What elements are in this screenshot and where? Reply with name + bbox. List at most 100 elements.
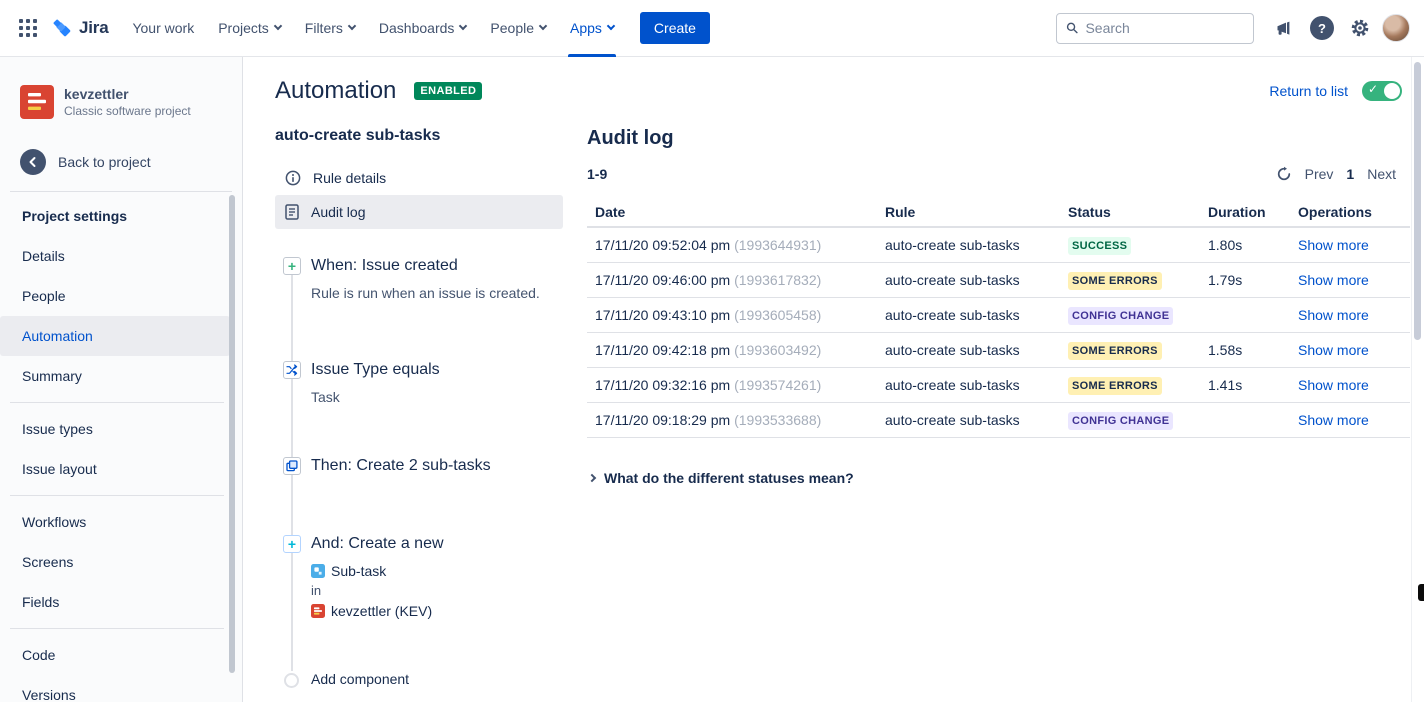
nav-projects[interactable]: Projects <box>206 0 293 57</box>
table-row: 17/11/20 09:46:00 pm (1993617832) auto-c… <box>587 263 1410 298</box>
sidebar-item-versions[interactable]: Versions <box>0 675 230 702</box>
nav-filters[interactable]: Filters <box>293 0 367 57</box>
table-row: 17/11/20 09:52:04 pm (1993644931) auto-c… <box>587 228 1410 263</box>
timeline-then-action[interactable]: Then: Create 2 sub-tasks <box>275 455 563 477</box>
status-cell: CONFIG CHANGE <box>1060 411 1200 430</box>
jira-automation-page: Jira Your work Projects Filters Dashboar… <box>0 0 1424 702</box>
nav-your-work[interactable]: Your work <box>120 0 206 57</box>
date-cell: 17/11/20 09:52:04 pm (1993644931) <box>587 237 877 253</box>
show-more-link[interactable]: Show more <box>1298 272 1369 288</box>
chevron-right-icon <box>588 474 596 482</box>
nav-dashboards[interactable]: Dashboards <box>367 0 479 57</box>
rule-cell: auto-create sub-tasks <box>877 272 1060 288</box>
grid-icon <box>19 19 37 37</box>
date-cell: 17/11/20 09:46:00 pm (1993617832) <box>587 272 877 288</box>
page-scrollbar-track[interactable] <box>1411 57 1424 702</box>
sidebar-item-code[interactable]: Code <box>0 635 230 675</box>
table-row: 17/11/20 09:18:29 pm (1993533688) auto-c… <box>587 403 1410 438</box>
and-project: kevzettler (KEV) <box>331 601 432 621</box>
back-to-project[interactable]: Back to project <box>0 149 242 175</box>
show-more-link[interactable]: Show more <box>1298 377 1369 393</box>
settings-button[interactable] <box>1344 12 1376 44</box>
condition-branch-icon <box>283 361 301 379</box>
sidebar-item-issue-types[interactable]: Issue types <box>0 409 230 449</box>
global-search[interactable] <box>1056 13 1254 44</box>
tab-audit-log[interactable]: Audit log <box>275 195 563 229</box>
app-switcher-grid-icon[interactable] <box>12 12 44 44</box>
top-navigation-bar: Jira Your work Projects Filters Dashboar… <box>0 0 1424 57</box>
timeline-condition[interactable]: Issue Type equals Task <box>275 359 563 407</box>
return-to-list-link[interactable]: Return to list <box>1269 83 1348 99</box>
back-arrow-icon <box>20 149 46 175</box>
timeline-when-trigger[interactable]: + When: Issue created Rule is run when a… <box>275 255 563 303</box>
rule-cell: auto-create sub-tasks <box>877 412 1060 428</box>
nav-label: Your work <box>132 20 194 36</box>
row-date: 17/11/20 09:52:04 pm <box>595 237 730 253</box>
search-input[interactable] <box>1085 20 1244 36</box>
sidebar-item-people[interactable]: People <box>0 276 230 316</box>
announcement-button[interactable] <box>1268 12 1300 44</box>
operations-cell: Show more <box>1290 272 1410 288</box>
show-more-link[interactable]: Show more <box>1298 307 1369 323</box>
show-more-link[interactable]: Show more <box>1298 342 1369 358</box>
col-rule: Rule <box>877 204 1060 220</box>
nav-people[interactable]: People <box>478 0 558 57</box>
nav-apps[interactable]: Apps <box>558 0 626 57</box>
operations-cell: Show more <box>1290 377 1410 393</box>
rule-enabled-toggle[interactable]: ✓ <box>1362 81 1402 101</box>
col-date: Date <box>587 204 877 220</box>
and-project-row: kevzettler (KEV) <box>311 601 563 621</box>
sidebar-item-workflows[interactable]: Workflows <box>0 502 230 542</box>
and-connector: in <box>311 583 563 599</box>
audit-log-title: Audit log <box>587 127 1410 150</box>
col-duration: Duration <box>1200 204 1290 220</box>
toggle-knob <box>1384 83 1400 99</box>
current-page[interactable]: 1 <box>1346 166 1354 182</box>
table-header-row: Date Rule Status Duration Operations <box>587 198 1410 228</box>
row-date: 17/11/20 09:43:10 pm <box>595 307 730 323</box>
add-trigger-plus-icon: + <box>283 257 301 275</box>
tab-rule-details[interactable]: Rule details <box>275 161 563 195</box>
user-avatar[interactable] <box>1382 14 1410 42</box>
screen-edge-tab[interactable] <box>1418 584 1424 601</box>
sidebar-divider <box>10 191 232 192</box>
main-body: auto-create sub-tasks Rule details <box>275 127 1410 687</box>
automation-main: Automation ENABLED Return to list ✓ auto… <box>243 57 1424 702</box>
sidebar-item-issue-layout[interactable]: Issue layout <box>0 449 230 489</box>
rule-cell: auto-create sub-tasks <box>877 237 1060 253</box>
sidebar-item-fields[interactable]: Fields <box>0 582 230 622</box>
row-id: (1993574261) <box>734 377 821 393</box>
timeline-and-action[interactable]: + And: Create a new Sub-task in <box>275 533 563 621</box>
sidebar-divider <box>10 495 224 496</box>
create-button[interactable]: Create <box>640 12 710 44</box>
page-scrollbar-thumb[interactable] <box>1414 62 1421 340</box>
sidebar-item-details[interactable]: Details <box>0 236 230 276</box>
topbar-right-controls: ? <box>1056 12 1410 44</box>
sidebar-item-summary[interactable]: Summary <box>0 356 230 396</box>
row-date: 17/11/20 09:18:29 pm <box>595 412 730 428</box>
jira-logo[interactable]: Jira <box>52 18 108 39</box>
status-badge: SOME ERRORS <box>1068 377 1162 395</box>
add-component-label: Add component <box>311 671 409 687</box>
nav-label: Apps <box>570 20 602 36</box>
statuses-expander[interactable]: What do the different statuses mean? <box>587 470 1410 486</box>
check-icon: ✓ <box>1368 82 1378 96</box>
next-page-button[interactable]: Next <box>1367 166 1396 182</box>
sidebar-item-screens[interactable]: Screens <box>0 542 230 582</box>
status-cell: SOME ERRORS <box>1060 376 1200 395</box>
statuses-question-label: What do the different statuses mean? <box>604 470 854 486</box>
add-action-plus-icon: + <box>283 535 301 553</box>
when-title: When: Issue created <box>311 255 563 277</box>
add-component-button[interactable]: Add component <box>275 671 563 687</box>
col-operations: Operations <box>1290 204 1410 220</box>
project-sidebar: kevzettler Classic software project Back… <box>0 57 243 702</box>
sidebar-scrollbar[interactable] <box>229 195 235 673</box>
sidebar-item-automation[interactable]: Automation <box>0 316 230 356</box>
prev-page-button[interactable]: Prev <box>1305 166 1334 182</box>
and-issue-type-row: Sub-task <box>311 561 563 581</box>
help-button[interactable]: ? <box>1306 12 1338 44</box>
show-more-link[interactable]: Show more <box>1298 237 1369 253</box>
refresh-icon[interactable] <box>1276 166 1292 182</box>
and-issue-type: Sub-task <box>331 561 386 581</box>
show-more-link[interactable]: Show more <box>1298 412 1369 428</box>
